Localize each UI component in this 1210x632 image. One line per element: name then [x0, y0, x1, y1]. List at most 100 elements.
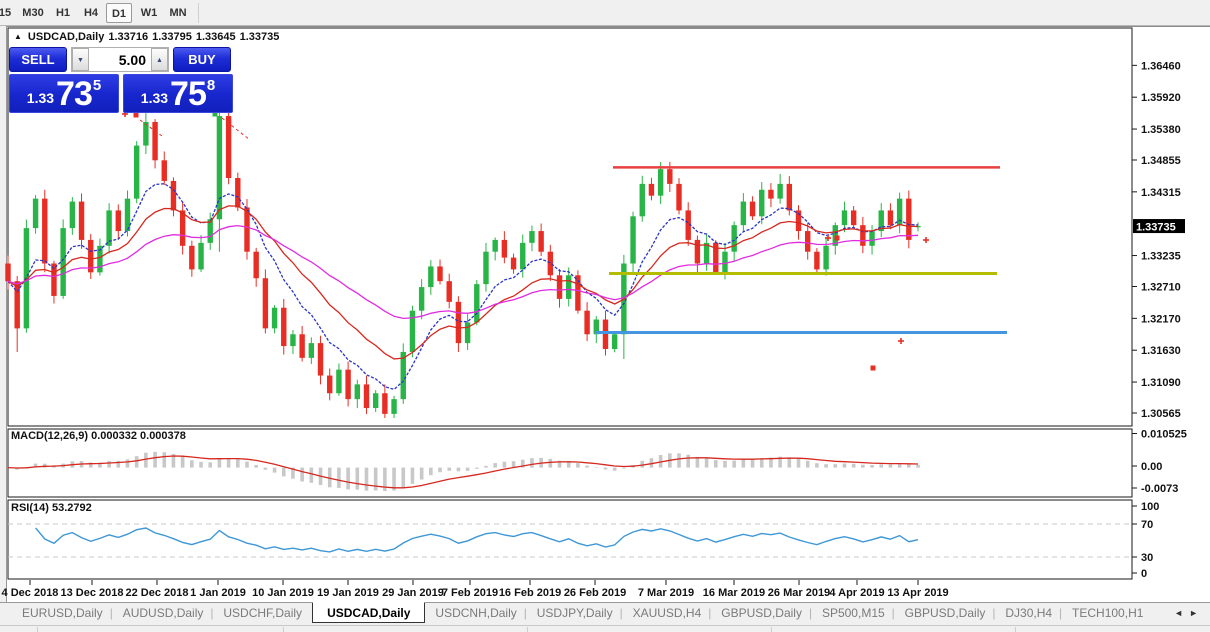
tab-usdjpy-daily[interactable]: USDJPY,Daily [527, 603, 623, 620]
candle-down [851, 210, 856, 225]
timeframe-h4-button[interactable]: H4 [78, 3, 104, 23]
candle-down [750, 202, 755, 217]
candle-down [511, 258, 516, 270]
candle-down [235, 178, 240, 207]
tab-usdcnh-daily[interactable]: USDCNH,Daily [425, 603, 526, 620]
timeframe-h1-button[interactable]: H1 [50, 3, 76, 23]
timeframe-m15-button[interactable]: 15 [0, 3, 16, 23]
candle-down [768, 190, 773, 199]
candle-down [584, 311, 589, 335]
tab-usdchf-daily[interactable]: USDCHF,Daily [213, 603, 312, 620]
volume-decrease-icon[interactable]: ▼ [72, 48, 89, 71]
candle-up [483, 252, 488, 284]
collapse-triangle-icon[interactable]: ▲ [14, 32, 22, 41]
tab-scroll-left-icon: ◄ [1174, 608, 1189, 618]
tab-scroll-arrows[interactable]: ◄► [1174, 608, 1204, 618]
candle-up [410, 311, 415, 352]
price-axis-label: 1.32170 [1141, 313, 1181, 325]
tab-eurusd-daily[interactable]: EURUSD,Daily [12, 603, 113, 620]
buy-price-panel[interactable]: 1.33 75 8 [123, 74, 233, 113]
candle-down [42, 199, 47, 264]
rsi-axis-label: 70 [1141, 519, 1153, 531]
candle-up [198, 243, 203, 270]
volume-spinner: ▼ ▲ [71, 47, 169, 72]
tab-sp500-m15[interactable]: SP500,M15 [812, 603, 895, 620]
candle-up [741, 202, 746, 226]
candle-down [180, 210, 185, 245]
trade-marker-square-icon [871, 366, 876, 371]
candle-up [290, 334, 295, 346]
buy-button[interactable]: BUY [173, 47, 231, 72]
candle-down [667, 169, 672, 184]
timeframe-mn-button[interactable]: MN [164, 3, 192, 23]
candle-up [520, 243, 525, 270]
buy-price-base: 1.33 [141, 90, 168, 112]
candle-down [226, 116, 231, 178]
candle-up [759, 190, 764, 217]
timeframe-d1-button[interactable]: D1 [106, 3, 132, 23]
sell-price-main: 73 [56, 75, 92, 112]
sell-button[interactable]: SELL [9, 47, 67, 72]
candle-down [557, 275, 562, 299]
tab-gbpusd-daily-2[interactable]: GBPUSD,Daily [895, 603, 996, 620]
candle-down [244, 207, 249, 251]
candle-down [263, 278, 268, 328]
volume-increase-icon[interactable]: ▲ [151, 48, 168, 71]
trade-marker-square-icon [835, 236, 840, 241]
candle-up [658, 169, 663, 196]
candle-down [437, 266, 442, 281]
candle-up [722, 252, 727, 273]
sell-price-panel[interactable]: 1.33 73 5 [9, 74, 119, 113]
tab-dj30-h4[interactable]: DJ30,H4 [995, 603, 1062, 620]
candle-up [125, 199, 130, 231]
candle-up [777, 184, 782, 199]
candle-down [814, 252, 819, 270]
macd-label: MACD(12,26,9) 0.000332 0.000378 [11, 430, 186, 442]
candle-up [33, 199, 38, 228]
tab-tech100-h1[interactable]: TECH100,H1 [1062, 603, 1153, 620]
candle-down [649, 184, 654, 196]
date-label: 13 Dec 2018 [61, 587, 124, 599]
date-label: 29 Jan 2019 [382, 587, 444, 599]
bottom-scroll-strip[interactable] [0, 625, 1210, 632]
candle-down [447, 281, 452, 302]
tab-xauusd-h4[interactable]: XAUUSD,H4 [623, 603, 712, 620]
timeframe-w1-button[interactable]: W1 [136, 3, 162, 23]
candle-up [134, 146, 139, 199]
chart-tab-bar: EURUSD,Daily AUDUSD,Daily USDCHF,Daily U… [0, 602, 1210, 625]
tab-gbpusd-daily[interactable]: GBPUSD,Daily [711, 603, 812, 620]
date-label: 16 Feb 2019 [499, 587, 561, 599]
candle-down [189, 246, 194, 270]
candle-down [538, 231, 543, 252]
volume-input[interactable] [89, 48, 151, 71]
candle-down [281, 308, 286, 346]
candle-down [502, 240, 507, 258]
candle-up [309, 343, 314, 358]
price-axis-label: 1.31090 [1141, 377, 1181, 389]
candle-down [5, 263, 10, 281]
candle-down [253, 252, 258, 279]
price-axis[interactable]: 1.364601.359201.353801.348551.343151.332… [1132, 60, 1185, 420]
price-axis-label: 1.36460 [1141, 60, 1181, 72]
buy-price-pip: 8 [207, 77, 215, 94]
timeframe-toolbar: 15 M30 H1 H4 D1 W1 MN [0, 0, 1210, 26]
macd-axis-label: 0.00 [1141, 461, 1162, 473]
date-axis[interactable]: 4 Dec 201813 Dec 201822 Dec 20181 Jan 20… [2, 580, 949, 599]
candle-up [401, 352, 406, 399]
candle-down [299, 334, 304, 358]
date-label: 7 Feb 2019 [442, 587, 498, 599]
candle-up [373, 393, 378, 408]
rsi-axis-label: 0 [1141, 568, 1147, 580]
timeframe-m30-button[interactable]: M30 [18, 3, 48, 23]
candle-down [345, 370, 350, 399]
trade-marker-square-icon [134, 113, 139, 118]
candle-up [272, 308, 277, 329]
candle-up [60, 228, 65, 296]
tab-usdcad-daily[interactable]: USDCAD,Daily [312, 602, 425, 623]
tab-audusd-daily[interactable]: AUDUSD,Daily [113, 603, 214, 620]
candle-down [676, 184, 681, 211]
ohlc-open: 1.33716 [108, 31, 148, 43]
indicator-axes: 0.0105250.00-0.007310070300 [1132, 429, 1187, 581]
price-axis-label: 1.34855 [1141, 155, 1181, 167]
date-label: 13 Apr 2019 [887, 587, 948, 599]
